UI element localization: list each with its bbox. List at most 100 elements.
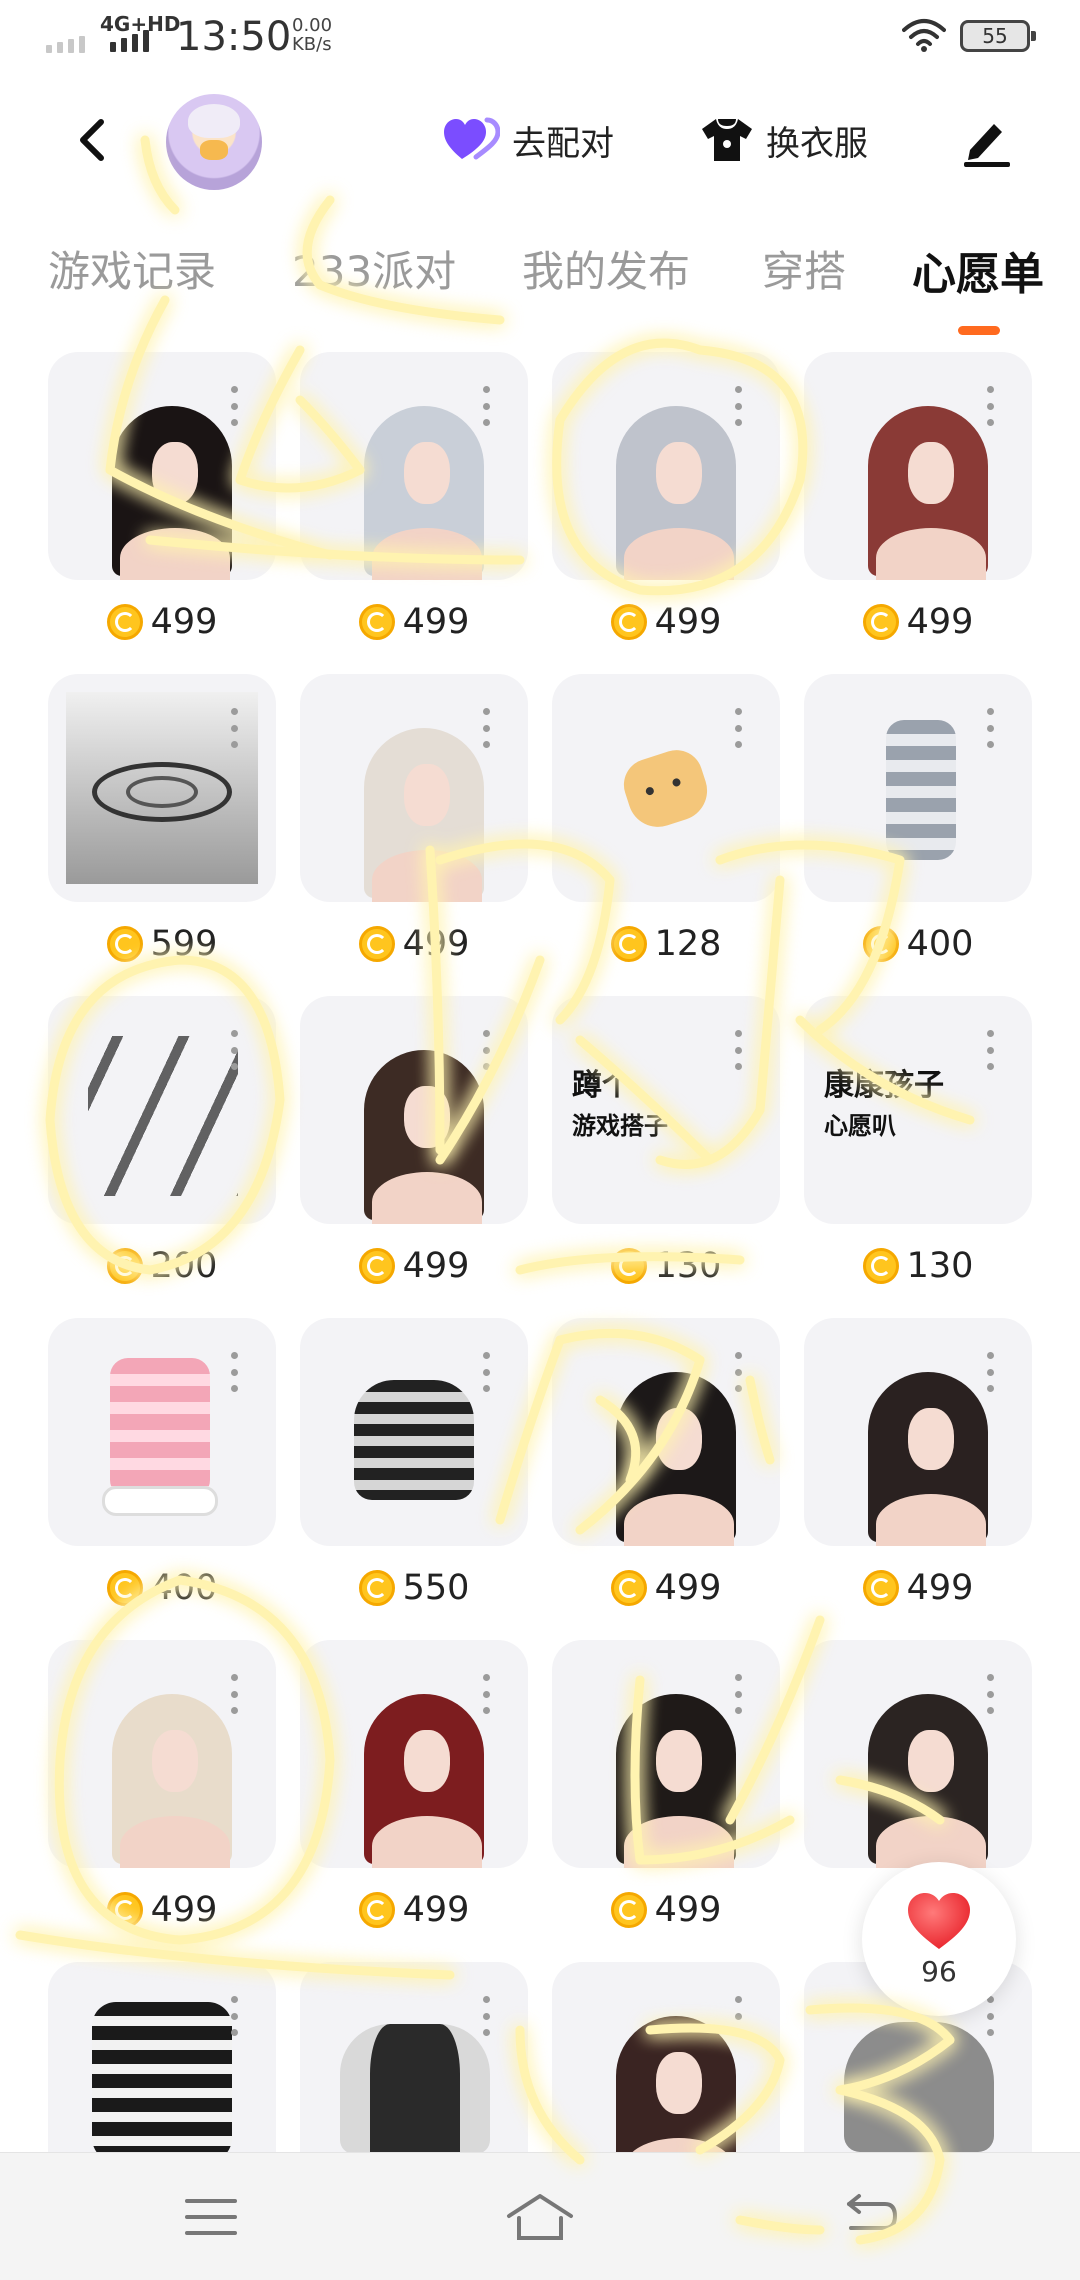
wishlist-item[interactable]: 499 xyxy=(48,1640,276,1962)
wishlist-item[interactable]: 499 xyxy=(48,352,276,674)
item-thumbnail[interactable] xyxy=(48,352,276,580)
more-options-icon[interactable] xyxy=(482,708,490,748)
more-options-icon[interactable] xyxy=(734,1996,742,2036)
face-art xyxy=(404,764,450,826)
item-thumbnail[interactable] xyxy=(300,1640,528,1868)
wishlist-item[interactable]: 蹲个 游戏搭子 130 xyxy=(552,996,780,1318)
outfit-label: 换衣服 xyxy=(766,123,868,164)
more-options-icon[interactable] xyxy=(482,386,490,426)
more-options-icon[interactable] xyxy=(734,1352,742,1392)
item-thumbnail[interactable] xyxy=(300,352,528,580)
wishlist-item[interactable]: 499 xyxy=(804,1318,1032,1640)
more-options-icon[interactable] xyxy=(230,1030,238,1070)
home-button[interactable] xyxy=(505,2187,575,2247)
more-options-icon[interactable] xyxy=(986,1352,994,1392)
back-nav-button[interactable] xyxy=(834,2187,904,2247)
striped-jacket-art xyxy=(354,1380,474,1500)
wishlist-item[interactable]: 499 xyxy=(300,1640,528,1962)
item-thumbnail[interactable] xyxy=(804,674,1032,902)
more-options-icon[interactable] xyxy=(734,1030,742,1070)
shoulder-art xyxy=(120,528,230,580)
coin-icon xyxy=(610,1570,647,1606)
face-art xyxy=(152,1730,198,1792)
more-options-icon[interactable] xyxy=(482,1352,490,1392)
more-options-icon[interactable] xyxy=(482,1030,490,1070)
wishlist-item[interactable]: 599 xyxy=(48,674,276,996)
more-options-icon[interactable] xyxy=(230,1996,238,2036)
coin-icon xyxy=(106,1570,143,1606)
more-options-icon[interactable] xyxy=(986,1674,994,1714)
wishlist-item[interactable]: 200 xyxy=(48,996,276,1318)
change-outfit-button[interactable]: 换衣服 xyxy=(700,108,868,172)
item-thumbnail[interactable] xyxy=(804,1318,1032,1546)
red-heart-icon xyxy=(908,1892,970,1949)
more-options-icon[interactable] xyxy=(986,386,994,426)
wishlist-item[interactable]: 499 xyxy=(552,1318,780,1640)
item-thumbnail[interactable] xyxy=(300,1318,528,1546)
wishlist-item[interactable]: 400 xyxy=(48,1318,276,1640)
more-options-icon[interactable] xyxy=(482,1674,490,1714)
item-thumbnail[interactable] xyxy=(552,1640,780,1868)
edit-button[interactable] xyxy=(956,110,1016,170)
item-thumbnail[interactable] xyxy=(48,996,276,1224)
item-price: 550 xyxy=(300,1566,528,1610)
more-options-icon[interactable] xyxy=(986,1030,994,1070)
item-price: 499 xyxy=(300,600,528,644)
wishlist-item[interactable]: 499 xyxy=(300,996,528,1318)
wishlist-item[interactable]: 499 xyxy=(300,674,528,996)
coin-icon xyxy=(610,604,647,640)
wishlist-item[interactable]: 499 xyxy=(552,352,780,674)
more-options-icon[interactable] xyxy=(230,1674,238,1714)
coin-icon xyxy=(610,926,647,962)
wishlist-item[interactable]: 499 xyxy=(300,352,528,674)
face-art xyxy=(908,1408,954,1470)
face-art xyxy=(656,1408,702,1470)
like-count: 96 xyxy=(921,1954,957,1988)
back-button[interactable] xyxy=(62,110,122,170)
price-value: 499 xyxy=(654,602,722,642)
wishlist-item[interactable]: 400 xyxy=(804,674,1032,996)
item-thumbnail[interactable] xyxy=(552,1318,780,1546)
item-thumbnail[interactable] xyxy=(48,674,276,902)
pair-button[interactable]: 去配对 xyxy=(442,108,614,172)
item-thumbnail[interactable] xyxy=(552,674,780,902)
more-options-icon[interactable] xyxy=(986,708,994,748)
tab-233-party[interactable]: 233派对 xyxy=(292,238,456,299)
item-thumbnail[interactable] xyxy=(552,352,780,580)
menu-button[interactable] xyxy=(176,2187,246,2247)
tab-wishlist[interactable]: 心愿单 xyxy=(912,238,1044,302)
item-thumbnail[interactable] xyxy=(48,1318,276,1546)
price-value: 499 xyxy=(402,1890,470,1930)
item-thumbnail[interactable] xyxy=(804,352,1032,580)
item-price: 499 xyxy=(804,1566,1032,1610)
more-options-icon[interactable] xyxy=(734,386,742,426)
like-count-button[interactable]: 96 xyxy=(862,1862,1016,2016)
more-options-icon[interactable] xyxy=(734,1674,742,1714)
wishlist-item[interactable]: 499 xyxy=(552,1640,780,1962)
tab-my-posts[interactable]: 我的发布 xyxy=(522,238,690,299)
tab-game-records[interactable]: 游戏记录 xyxy=(48,238,216,299)
item-thumbnail[interactable] xyxy=(300,996,528,1224)
more-options-icon[interactable] xyxy=(734,708,742,748)
more-options-icon[interactable] xyxy=(230,386,238,426)
tab-outfits[interactable]: 穿搭 xyxy=(762,238,846,299)
more-options-icon[interactable] xyxy=(230,1352,238,1392)
coin-icon xyxy=(358,1248,395,1284)
more-options-icon[interactable] xyxy=(986,1996,994,2036)
item-thumbnail[interactable] xyxy=(804,1640,1032,1868)
avatar[interactable] xyxy=(166,94,262,190)
more-options-icon[interactable] xyxy=(230,708,238,748)
item-price: 499 xyxy=(552,1888,780,1932)
wishlist-item[interactable]: 128 xyxy=(552,674,780,996)
face-art xyxy=(908,1730,954,1792)
item-thumbnail[interactable]: 蹲个 游戏搭子 xyxy=(552,996,780,1224)
item-thumbnail[interactable]: 康康孩子 心愿叭 xyxy=(804,996,1032,1224)
wishlist-item[interactable]: 499 xyxy=(804,352,1032,674)
more-options-icon[interactable] xyxy=(482,1996,490,2036)
tab-active-indicator xyxy=(958,326,1000,335)
item-thumbnail[interactable] xyxy=(48,1640,276,1868)
wishlist-item[interactable]: 550 xyxy=(300,1318,528,1640)
back-arrow-icon xyxy=(847,2194,898,2230)
wishlist-item[interactable]: 康康孩子 心愿叭 130 xyxy=(804,996,1032,1318)
item-thumbnail[interactable] xyxy=(300,674,528,902)
